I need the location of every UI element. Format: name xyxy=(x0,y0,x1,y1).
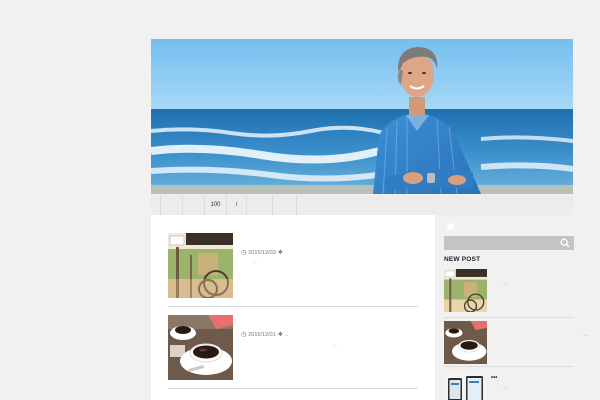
sidebar-dot xyxy=(447,223,454,230)
widget-title-new-post: NEW POST xyxy=(444,256,481,263)
sidebar-post-text: … xyxy=(502,385,507,391)
post-excerpt: … xyxy=(332,342,337,348)
nav-item[interactable] xyxy=(161,195,183,215)
nav-item[interactable] xyxy=(151,195,161,215)
cafe-terrace-image xyxy=(444,269,487,312)
tag-icon: ❖ xyxy=(277,250,284,256)
post-item[interactable]: ◷ 2015/12/01 ❖ .. … xyxy=(168,315,418,389)
sidebar-thumbnail-cafe[interactable] xyxy=(444,269,487,312)
sidebar-thumbnail-coffee[interactable] xyxy=(444,321,487,364)
clock-icon: ◷ xyxy=(241,250,247,256)
nav-item-label: / xyxy=(235,202,238,208)
sidebar-post-item[interactable]: … xyxy=(444,269,574,318)
nav-item-label: 100 xyxy=(210,202,221,208)
sidebar-post-text: … xyxy=(582,332,587,338)
post-tag[interactable]: .. xyxy=(285,332,288,338)
nav-item[interactable] xyxy=(273,195,297,215)
sidebar-post-item[interactable]: ••• … xyxy=(444,374,574,400)
nav-item[interactable] xyxy=(183,195,205,215)
sidebar-post-item[interactable]: … xyxy=(444,321,587,367)
page: 100 / ◷ 2015/12/03 ❖ … ◷ 2015/12/01 ❖ ..… xyxy=(0,0,600,400)
coffee-cups-image xyxy=(168,315,233,380)
clock-icon: ◷ xyxy=(241,332,247,338)
main-content: ◷ 2015/12/03 ❖ … ◷ 2015/12/01 ❖ .. … xyxy=(151,215,435,400)
post-date: 2015/12/01 xyxy=(248,331,276,338)
hero-photo xyxy=(151,39,573,194)
sidebar-thumbnail-tablet[interactable] xyxy=(444,374,487,400)
post-item[interactable]: ◷ 2015/12/03 ❖ … xyxy=(168,233,418,307)
post-thumbnail-coffee[interactable] xyxy=(168,315,233,380)
tablet-image xyxy=(444,374,487,400)
coffee-cups-image xyxy=(444,321,487,364)
post-date: 2015/12/03 xyxy=(248,249,276,256)
sidebar-post-title: ••• xyxy=(491,375,498,381)
post-thumbnail-cafe[interactable] xyxy=(168,233,233,298)
post-excerpt: … xyxy=(252,259,257,265)
global-nav: 100 / xyxy=(151,195,573,215)
nav-item[interactable] xyxy=(247,195,273,215)
post-meta: ◷ 2015/12/03 ❖ xyxy=(241,249,285,257)
search-icon[interactable] xyxy=(560,238,570,248)
nav-item[interactable]: 100 xyxy=(205,195,227,215)
nav-item[interactable]: / xyxy=(227,195,247,215)
tag-icon: ❖ xyxy=(277,332,284,338)
sidebar-post-text: … xyxy=(502,280,507,286)
hero-banner xyxy=(151,39,573,194)
post-meta: ◷ 2015/12/01 ❖ .. xyxy=(241,331,288,339)
search-input[interactable] xyxy=(444,236,574,250)
cafe-terrace-image xyxy=(168,233,233,298)
